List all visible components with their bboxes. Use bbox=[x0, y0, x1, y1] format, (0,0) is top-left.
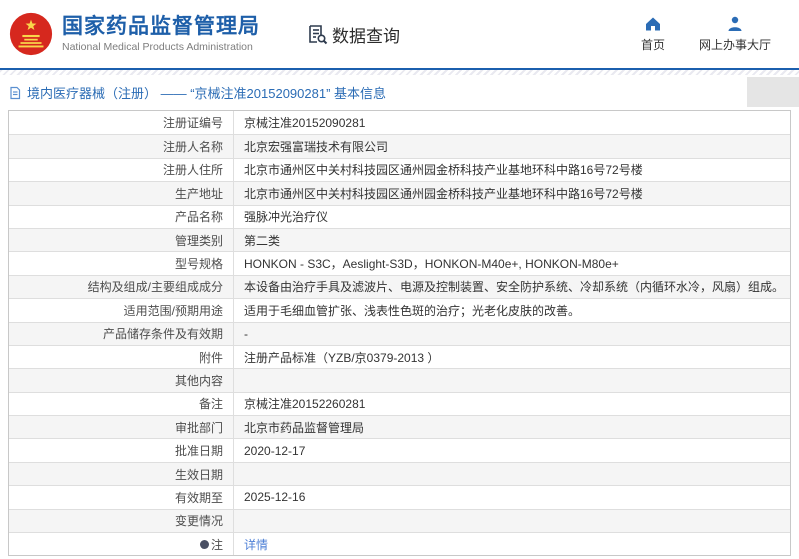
table-row: 注册人住所北京市通州区中关村科技园区通州园金桥科技产业基地环科中路16号72号楼 bbox=[9, 158, 790, 181]
row-label: 型号规格 bbox=[9, 252, 234, 274]
table-row: 产品名称强脉冲光治疗仪 bbox=[9, 205, 790, 228]
breadcrumb-bar: 境内医疗器械（注册） —— “京械注准20152090281” 基本信息 bbox=[0, 75, 799, 110]
nav-home-label: 首页 bbox=[641, 36, 665, 53]
header-nav: 首页 网上办事大厅 bbox=[641, 15, 785, 53]
registration-info-table: 注册证编号京械注准20152090281注册人名称北京宏强富瑞技术有限公司注册人… bbox=[8, 110, 791, 556]
row-label: 产品名称 bbox=[9, 206, 234, 228]
row-value: 北京宏强富瑞技术有限公司 bbox=[234, 135, 790, 157]
document-icon bbox=[8, 86, 22, 100]
table-row: 备注京械注准20152260281 bbox=[9, 392, 790, 415]
row-value: 强脉冲光治疗仪 bbox=[234, 206, 790, 228]
row-value: 适用于毛细血管扩张、浅表性色斑的治疗；光老化皮肤的改善。 bbox=[234, 299, 790, 321]
table-row: 注册证编号京械注准20152090281 bbox=[9, 111, 790, 134]
home-icon bbox=[644, 15, 662, 33]
table-row: 有效期至2025-12-16 bbox=[9, 485, 790, 508]
row-label: 注 bbox=[9, 533, 234, 555]
table-row: 其他内容 bbox=[9, 368, 790, 391]
table-row: 注册人名称北京宏强富瑞技术有限公司 bbox=[9, 134, 790, 157]
nav-online-service-hall-label: 网上办事大厅 bbox=[699, 36, 771, 53]
row-value: 北京市通州区中关村科技园区通州园金桥科技产业基地环科中路16号72号楼 bbox=[234, 159, 790, 181]
row-value bbox=[234, 463, 790, 485]
table-row: 注详情 bbox=[9, 532, 790, 555]
table-row: 附件注册产品标准（YZB/京0379-2013 ） bbox=[9, 345, 790, 368]
national-emblem-logo bbox=[8, 11, 54, 57]
row-value: 第二类 bbox=[234, 229, 790, 251]
row-label: 注册人名称 bbox=[9, 135, 234, 157]
row-value: 2025-12-16 bbox=[234, 486, 790, 508]
brand: 国家药品监督管理局 National Medical Products Admi… bbox=[8, 11, 260, 57]
breadcrumb: 境内医疗器械（注册） —— “京械注准20152090281” 基本信息 bbox=[27, 83, 386, 102]
breadcrumb-right-box bbox=[747, 77, 799, 107]
detail-link[interactable]: 详情 bbox=[244, 536, 268, 553]
row-label: 变更情况 bbox=[9, 510, 234, 532]
row-label: 生效日期 bbox=[9, 463, 234, 485]
row-value: 本设备由治疗手具及滤波片、电源及控制装置、安全防护系统、冷却系统（内循环水冷，风… bbox=[234, 276, 790, 298]
row-value: HONKON - S3C，Aeslight-S3D，HONKON-M40e+, … bbox=[234, 252, 790, 274]
row-label: 附件 bbox=[9, 346, 234, 368]
row-value: 注册产品标准（YZB/京0379-2013 ） bbox=[234, 346, 790, 368]
data-query-icon bbox=[306, 23, 328, 45]
nav-home[interactable]: 首页 bbox=[641, 15, 665, 53]
row-value: 北京市通州区中关村科技园区通州园金桥科技产业基地环科中路16号72号楼 bbox=[234, 182, 790, 204]
nav-online-service-hall[interactable]: 网上办事大厅 bbox=[699, 15, 771, 53]
person-icon bbox=[726, 15, 744, 33]
data-query-heading: 数据查询 bbox=[306, 22, 400, 47]
table-row: 批准日期2020-12-17 bbox=[9, 438, 790, 461]
row-label: 批准日期 bbox=[9, 439, 234, 461]
row-value: 京械注准20152090281 bbox=[234, 111, 790, 134]
row-label: 注册人住所 bbox=[9, 159, 234, 181]
table-row: 产品储存条件及有效期- bbox=[9, 322, 790, 345]
row-value: 北京市药品监督管理局 bbox=[234, 416, 790, 438]
row-label: 管理类别 bbox=[9, 229, 234, 251]
table-row: 管理类别第二类 bbox=[9, 228, 790, 251]
row-label: 产品储存条件及有效期 bbox=[9, 323, 234, 345]
row-label: 备注 bbox=[9, 393, 234, 415]
row-value bbox=[234, 369, 790, 391]
site-header: 国家药品监督管理局 National Medical Products Admi… bbox=[0, 0, 799, 70]
row-value bbox=[234, 510, 790, 532]
row-value: - bbox=[234, 323, 790, 345]
table-row: 变更情况 bbox=[9, 509, 790, 532]
row-label: 其他内容 bbox=[9, 369, 234, 391]
row-value: 详情 bbox=[234, 533, 790, 555]
row-value: 2020-12-17 bbox=[234, 439, 790, 461]
row-label: 注册证编号 bbox=[9, 111, 234, 134]
site-subtitle: National Medical Products Administration bbox=[62, 41, 260, 53]
table-row: 生产地址北京市通州区中关村科技园区通州园金桥科技产业基地环科中路16号72号楼 bbox=[9, 181, 790, 204]
row-label: 结构及组成/主要组成成分 bbox=[9, 276, 234, 298]
row-value: 京械注准20152260281 bbox=[234, 393, 790, 415]
note-icon bbox=[200, 540, 209, 549]
table-row: 审批部门北京市药品监督管理局 bbox=[9, 415, 790, 438]
row-label: 审批部门 bbox=[9, 416, 234, 438]
data-query-label: 数据查询 bbox=[332, 22, 400, 47]
table-row: 生效日期 bbox=[9, 462, 790, 485]
table-row: 型号规格HONKON - S3C，Aeslight-S3D，HONKON-M40… bbox=[9, 251, 790, 274]
site-title: 国家药品监督管理局 bbox=[62, 15, 260, 39]
table-row: 适用范围/预期用途适用于毛细血管扩张、浅表性色斑的治疗；光老化皮肤的改善。 bbox=[9, 298, 790, 321]
row-label: 生产地址 bbox=[9, 182, 234, 204]
row-label: 适用范围/预期用途 bbox=[9, 299, 234, 321]
table-row: 结构及组成/主要组成成分本设备由治疗手具及滤波片、电源及控制装置、安全防护系统、… bbox=[9, 275, 790, 298]
row-label: 有效期至 bbox=[9, 486, 234, 508]
